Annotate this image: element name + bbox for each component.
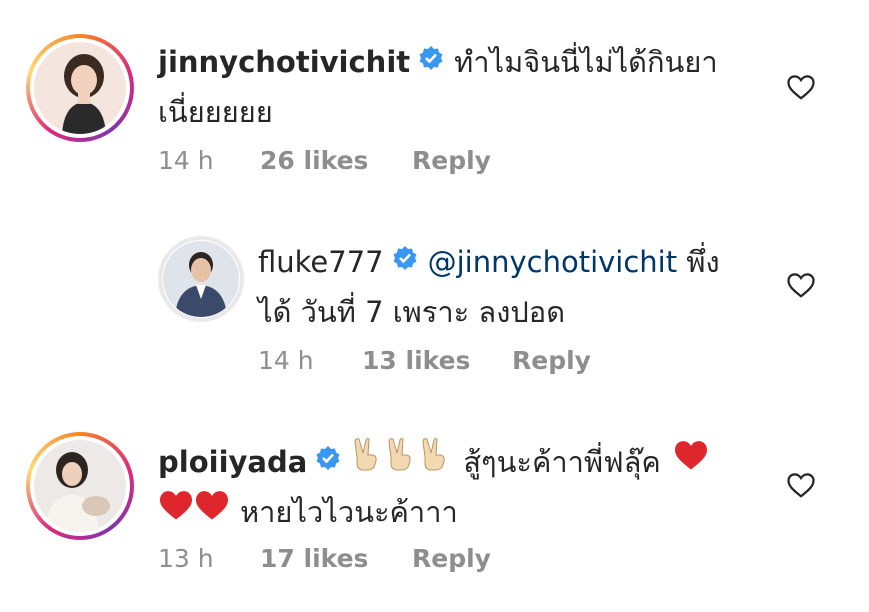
timestamp: 14 h [158, 146, 214, 175]
comment-jinnychotivichit: jinnychotivichit ทำไมจินนี่ไม่ได้กินยา เ… [0, 0, 869, 200]
comment-fluke777: fluke777 @jinnychotivichit พึ่ง ได้ วันท… [0, 200, 869, 400]
comment-text: ploiiyada สู้ๆนะค้าาพี่ฟลุ๊ค หายไวไวนะค้… [158, 438, 758, 538]
victory-hand-emoji [385, 437, 415, 485]
avatar[interactable] [26, 432, 134, 540]
comment-meta: 14 h 13 likes Reply [258, 346, 758, 376]
comment-body-line2: ได้ วันที่ 7 เพราะ ลงปอด [258, 295, 566, 329]
red-heart-emoji [673, 437, 709, 485]
like-heart-icon[interactable] [786, 72, 816, 102]
timestamp: 14 h [258, 346, 314, 375]
mention-link[interactable]: @jinnychotivichit [428, 245, 678, 279]
victory-hand-emoji [419, 437, 449, 485]
like-heart-icon[interactable] [786, 470, 816, 500]
timestamp: 13 h [158, 544, 214, 573]
comment-text: jinnychotivichit ทำไมจินนี่ไม่ได้กินยา เ… [158, 38, 748, 136]
comment-body: พึ่ง [677, 245, 720, 279]
red-heart-emoji [194, 487, 230, 535]
comment-meta: 14 h 26 likes Reply [158, 146, 658, 176]
verified-badge-icon [392, 237, 418, 285]
comment-body: ทำไมจินนี่ไม่ได้กินยา [454, 45, 718, 79]
reply-button[interactable]: Reply [412, 146, 491, 175]
like-heart-icon[interactable] [786, 270, 816, 300]
avatar[interactable] [26, 34, 134, 142]
comment-body: สู้ๆนะค้าาพี่ฟลุ๊ค [463, 445, 661, 479]
comment-body-line2: หายไวไวนะค้าาา [240, 495, 458, 529]
verified-badge-icon [315, 437, 341, 485]
reply-button[interactable]: Reply [412, 544, 491, 573]
username[interactable]: jinnychotivichit [158, 45, 410, 79]
comment-meta: 13 h 17 likes Reply [158, 544, 658, 574]
reply-button[interactable]: Reply [512, 346, 591, 375]
likes-count[interactable]: 17 likes [260, 544, 368, 573]
username[interactable]: ploiiyada [158, 445, 307, 479]
avatar[interactable] [158, 236, 244, 322]
comment-body-line2: เนี่ยยยยย [158, 95, 273, 129]
comment-ploiiyada: ploiiyada สู้ๆนะค้าาพี่ฟลุ๊ค หายไวไวนะค้… [0, 400, 869, 612]
verified-badge-icon [418, 37, 444, 85]
likes-count[interactable]: 13 likes [362, 346, 470, 375]
victory-hand-emoji [351, 437, 381, 485]
comment-text: fluke777 @jinnychotivichit พึ่ง ได้ วันท… [258, 238, 758, 336]
likes-count[interactable]: 26 likes [260, 146, 368, 175]
red-heart-emoji [158, 487, 194, 535]
username[interactable]: fluke777 [258, 245, 384, 279]
